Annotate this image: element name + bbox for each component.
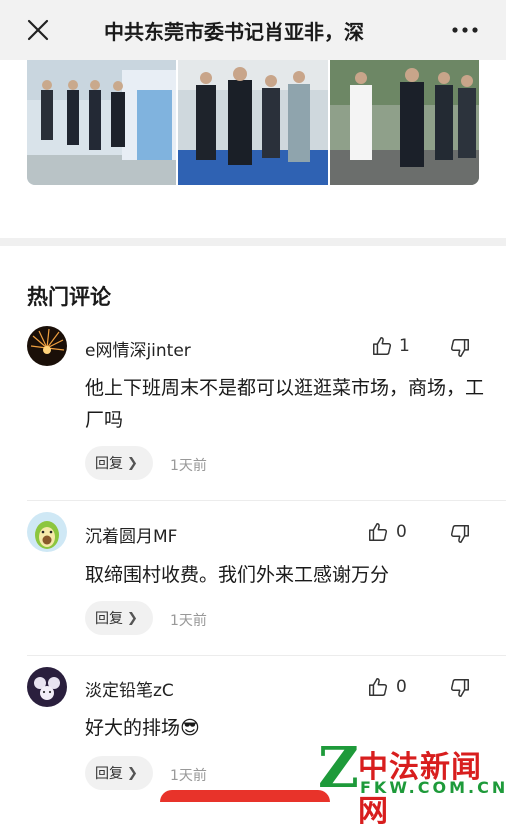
reply-button[interactable]: 回复 ❯ (85, 756, 153, 790)
like-count: 0 (396, 677, 407, 697)
avatar[interactable] (27, 667, 67, 707)
close-icon[interactable] (26, 18, 50, 42)
like-count: 0 (396, 522, 407, 542)
thumbs-up-icon[interactable] (367, 521, 389, 543)
avatar[interactable] (27, 512, 67, 552)
photo-1[interactable] (27, 60, 177, 185)
reply-button[interactable]: 回复 ❯ (85, 601, 153, 635)
avatar[interactable] (27, 326, 67, 366)
username[interactable]: e网情深jinter (85, 336, 191, 361)
chevron-right-icon: ❯ (127, 455, 138, 471)
comment-separator (27, 655, 506, 656)
like-count: 1 (399, 336, 410, 356)
reply-button[interactable]: 回复 ❯ (85, 446, 153, 480)
thumbs-up-icon[interactable] (367, 676, 389, 698)
watermark-url: FKW.COM.CN (360, 778, 506, 797)
comment-text: 取缔围村收费。我们外来工感谢万分 (85, 564, 390, 586)
thumbs-down-icon[interactable] (449, 677, 471, 699)
floating-action-bar[interactable] (160, 790, 330, 802)
thumbs-down-icon[interactable] (449, 523, 471, 545)
top-bar: 中共东莞市委书记肖亚非，深 (0, 0, 506, 60)
chevron-right-icon: ❯ (127, 765, 138, 781)
more-horizontal-icon[interactable] (450, 20, 480, 40)
photo-3[interactable] (329, 60, 479, 185)
reply-label: 回复 (95, 456, 123, 472)
username[interactable]: 淡定铅笔zC (85, 676, 174, 701)
comment-time: 1天前 (170, 613, 207, 629)
comment-separator (27, 500, 506, 501)
hot-comments-title: 热门评论 (27, 285, 111, 309)
photo-gallery (27, 60, 479, 185)
section-divider (0, 238, 506, 246)
photo-2[interactable] (178, 60, 328, 185)
watermark-logo: Z 中法新闻网 FKW.COM.CN (318, 735, 506, 829)
reply-label: 回复 (95, 611, 123, 627)
comment-time: 1天前 (170, 458, 207, 474)
thumbs-up-icon[interactable] (371, 335, 393, 357)
comment-time: 1天前 (170, 768, 207, 784)
page-title: 中共东莞市委书记肖亚非，深 (104, 20, 364, 44)
chevron-right-icon: ❯ (127, 610, 138, 626)
comment-text: 他上下班周末不是都可以逛逛菜市场，商场，工厂吗 (85, 377, 485, 431)
reply-label: 回复 (95, 766, 123, 782)
thumbs-down-icon[interactable] (449, 337, 471, 359)
username[interactable]: 沉着圆月MF (85, 522, 177, 547)
watermark-letter: Z (318, 735, 359, 801)
